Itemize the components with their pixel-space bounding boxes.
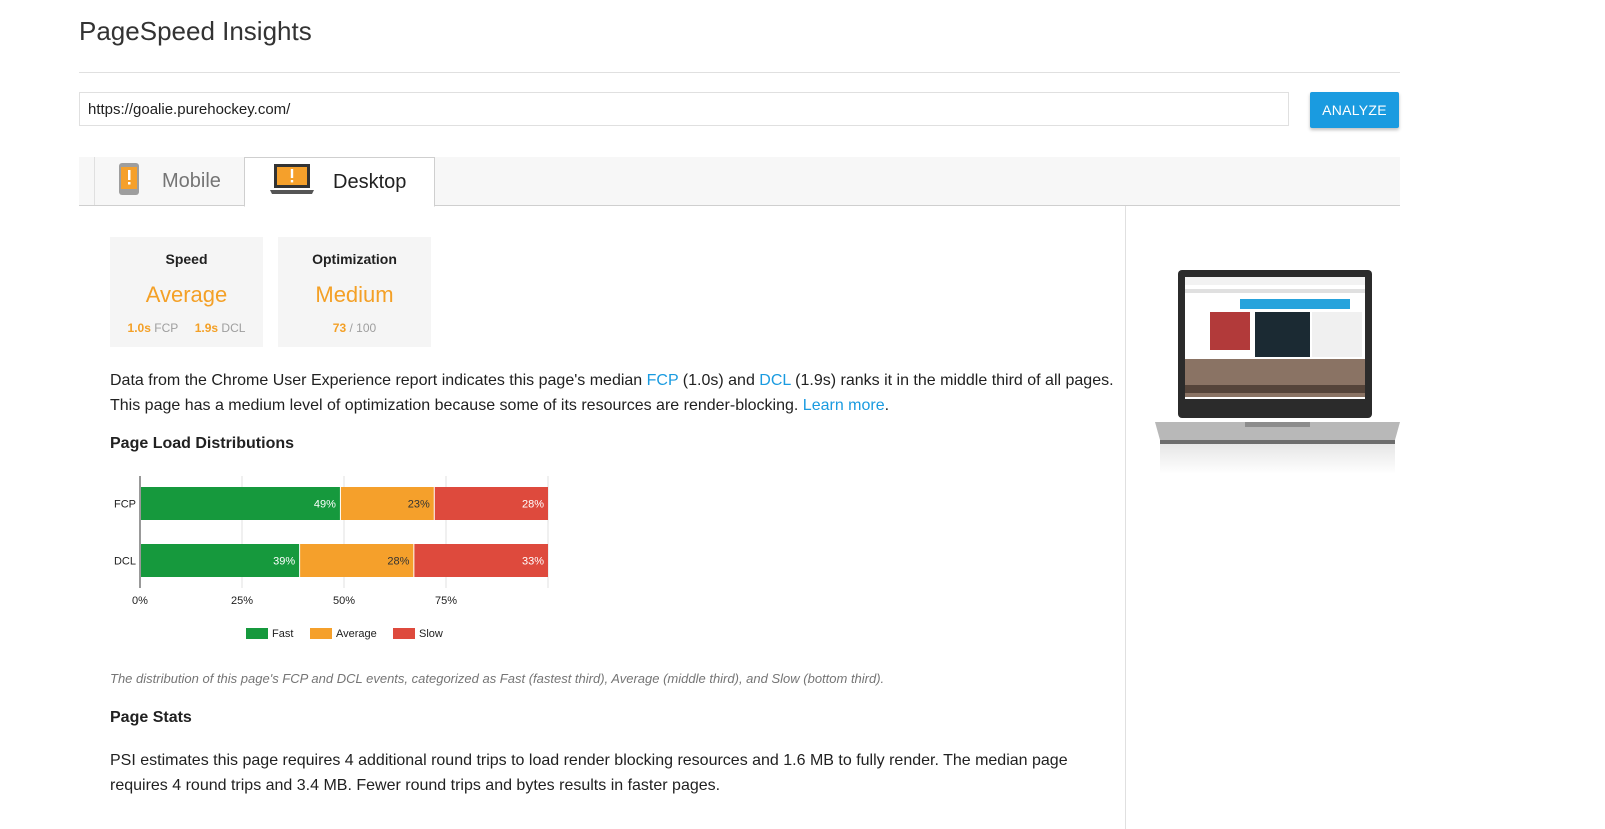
- tab-desktop[interactable]: Desktop: [244, 157, 435, 207]
- chart-caption: The distribution of this page's FCP and …: [110, 671, 885, 686]
- dcl-link[interactable]: DCL: [759, 372, 790, 389]
- stats-paragraph: PSI estimates this page requires 4 addit…: [110, 752, 1068, 794]
- speed-rating: Average: [145, 282, 228, 307]
- bar-value-label: 23%: [408, 499, 430, 511]
- bar-value-label: 28%: [387, 556, 409, 568]
- legend-swatch: [310, 628, 332, 639]
- x-tick-label: 0%: [132, 595, 148, 607]
- optimization-rating: Medium: [315, 282, 394, 307]
- category-label: DCL: [114, 556, 136, 568]
- legend-label: Average: [336, 628, 377, 640]
- optimization-card: Optimization Medium 73 / 100: [278, 237, 431, 347]
- page-title: PageSpeed Insights: [79, 16, 312, 46]
- fcp-link[interactable]: FCP: [647, 372, 679, 389]
- mobile-warning-icon: [118, 162, 140, 202]
- legend-label: Fast: [272, 628, 293, 640]
- desktop-warning-icon: [269, 163, 315, 201]
- speed-metrics: 1.0s FCP 1.9s DCL: [110, 321, 263, 335]
- summary-text-2: (1.0s) and: [678, 372, 760, 389]
- device-tab-bar: Mobile Desktop: [79, 157, 1400, 207]
- x-tick-label: 25%: [231, 595, 253, 607]
- optimization-score: 73 / 100: [278, 321, 431, 335]
- legend-swatch: [393, 628, 415, 639]
- bar-value-label: 49%: [314, 499, 336, 511]
- url-input[interactable]: [79, 92, 1289, 126]
- x-tick-label: 50%: [333, 595, 355, 607]
- optimization-score-suffix: / 100: [349, 321, 377, 335]
- dcl-label: DCL: [221, 321, 246, 335]
- legend-swatch: [246, 628, 268, 639]
- bar-value-label: 28%: [522, 499, 544, 511]
- distribution-chart: 0% 25% 50% 75% FCP 49% 23% 28% DCL 39% 28% 33% Fast A…: [114, 476, 549, 640]
- fcp-value: 1.0s: [127, 321, 151, 335]
- analyze-button[interactable]: ANALYZE: [1310, 92, 1399, 128]
- bar-value-label: 33%: [522, 556, 544, 568]
- dcl-value: 1.9s: [194, 321, 219, 335]
- stats-heading: Page Stats: [110, 709, 192, 726]
- summary-paragraph: Data from the Chrome User Experience rep…: [110, 368, 1120, 418]
- distributions-heading: Page Load Distributions: [110, 435, 295, 452]
- optimization-score-value: 73: [332, 321, 347, 335]
- tab-desktop-label: Desktop: [333, 170, 407, 193]
- optimization-title: Optimization: [312, 251, 397, 267]
- bar-segment: [141, 487, 340, 520]
- title-divider: [79, 72, 1400, 73]
- learn-more-link[interactable]: Learn more: [803, 397, 885, 414]
- summary-text-4: .: [884, 397, 890, 414]
- tab-spacer: [79, 157, 95, 205]
- category-label: FCP: [114, 499, 136, 511]
- fcp-label: FCP: [154, 321, 179, 335]
- x-tick-label: 75%: [435, 595, 457, 607]
- bar-value-label: 39%: [273, 556, 295, 568]
- column-divider: [1125, 206, 1126, 829]
- desktop-screenshot-preview: [1150, 262, 1405, 487]
- tab-mobile-label: Mobile: [162, 170, 221, 192]
- speed-card: Speed Average 1.0s FCP 1.9s DCL: [110, 237, 263, 347]
- legend-label: Slow: [419, 628, 443, 640]
- speed-title: Speed: [165, 251, 208, 267]
- tab-mobile[interactable]: Mobile: [96, 157, 244, 206]
- summary-text-1: Data from the Chrome User Experience rep…: [110, 372, 647, 389]
